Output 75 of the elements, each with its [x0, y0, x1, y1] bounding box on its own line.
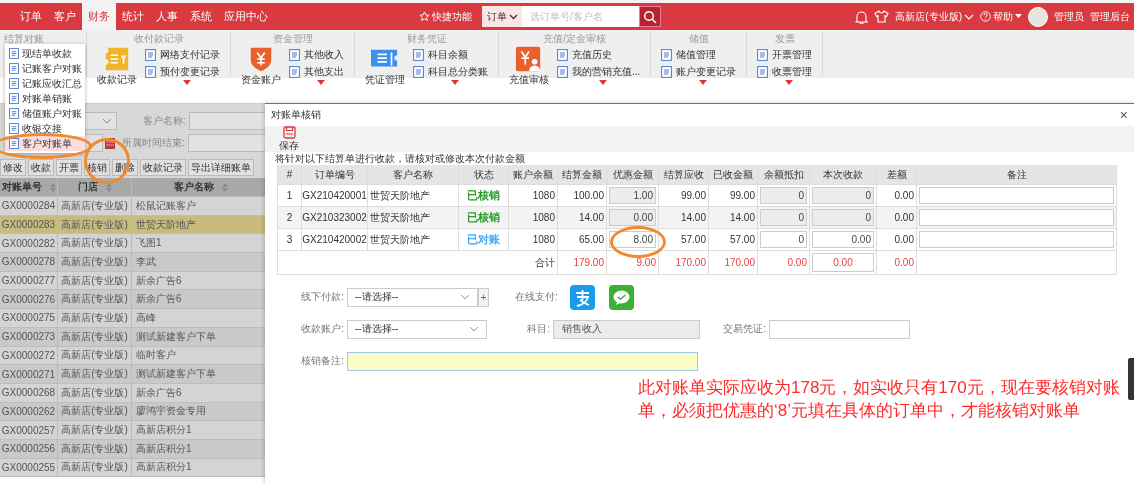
- field-label: 在线支付:: [514, 290, 559, 304]
- table-cell: 14.00: [558, 207, 607, 229]
- instruction-text: 将针对以下结算单进行收款，请核对或修改本次付款金额: [274, 152, 526, 165]
- column-header: 结算金额: [558, 165, 607, 185]
- table-cell: 高新店(专业版): [58, 253, 132, 272]
- table-cell: GX0000275: [0, 309, 58, 328]
- table-cell: 14.00: [709, 207, 758, 229]
- field-label: 收款账户:: [300, 322, 345, 336]
- table-cell: 1080: [509, 207, 558, 229]
- total-label: 合计: [278, 251, 558, 275]
- table-cell: 高新店(专业版): [58, 365, 132, 384]
- table-cell: GX0000255: [0, 458, 58, 478]
- column-header: #: [278, 165, 302, 185]
- table-cell: GX0000273: [0, 327, 58, 347]
- group-title: 发票: [774, 33, 795, 44]
- column-header: 差额: [877, 165, 917, 185]
- column-header: 订单编号: [302, 165, 368, 185]
- table-cell: GX210420002: [302, 229, 368, 251]
- table-cell: 2: [278, 207, 302, 229]
- column-header: 客户名称: [368, 165, 459, 185]
- table-cell: 高新店(专业版): [58, 197, 132, 216]
- table-cell: 14.00: [659, 207, 709, 229]
- table-cell: 世贸天阶地产: [368, 229, 459, 251]
- group-title: 资金管理: [272, 33, 313, 44]
- table-cell: GX0000278: [0, 253, 58, 272]
- column-header: 状态: [459, 165, 509, 185]
- table-cell: 高新店(专业版): [58, 439, 132, 459]
- dialog-title: 对账单核销: [271, 108, 321, 122]
- column-header: 账户余额: [509, 165, 558, 185]
- table-cell: 高新店(专业版): [58, 458, 132, 478]
- field-label: 交易凭证:: [722, 322, 767, 336]
- table-cell: 高新店(专业版): [58, 309, 132, 328]
- column-header: 本次收款: [810, 165, 877, 185]
- field-label: 所属时间结束:: [122, 136, 185, 150]
- table-cell: 高新店(专业版): [58, 383, 132, 403]
- table-cell: GX0000256: [0, 439, 58, 459]
- group-title: 充值/定金审核: [543, 33, 607, 44]
- total-cell: 170.00: [659, 251, 709, 275]
- field-label: 客户名称:: [143, 114, 186, 128]
- total-cell: 0.00: [758, 251, 810, 275]
- table-cell: GX0000271: [0, 365, 58, 384]
- table-cell: 65.00: [558, 229, 607, 251]
- group-title: 收付款记录: [133, 33, 184, 44]
- column-header: 余额抵扣: [758, 165, 810, 185]
- total-cell: 9.00: [607, 251, 659, 275]
- column-header: 结算应收: [659, 165, 709, 185]
- table-cell: 3: [278, 229, 302, 251]
- table-cell: 高新店(专业版): [58, 421, 132, 440]
- group-title: 财务凭证: [406, 33, 447, 44]
- table-cell: 世贸天阶地产: [368, 207, 459, 229]
- table-cell: GX0000268: [0, 383, 58, 403]
- table-cell: 0.00: [877, 207, 917, 229]
- group-title: 结算对账: [4, 33, 44, 44]
- group-title: 储值: [688, 33, 709, 44]
- total-cell: 170.00: [709, 251, 758, 275]
- status-text: 已核销: [467, 210, 500, 225]
- field-label: 线下付款:: [300, 290, 345, 304]
- field-label: 科目:: [526, 322, 551, 336]
- table-cell: 高新店(专业版): [58, 327, 132, 347]
- column-header: 已收金额: [709, 165, 758, 185]
- total-cell: 179.00: [558, 251, 607, 275]
- table-cell: 0.00: [877, 229, 917, 251]
- column-header: 备注: [917, 165, 1117, 185]
- status-text: 已核销: [467, 188, 500, 203]
- status-text: 已对账: [467, 232, 500, 247]
- annotation-text: 此对账单实际应收为178元，如实收只有170元，现在要核销对账单，必须把优惠的‘8’元填在具体的订单中，才能核销对账单: [638, 377, 1121, 422]
- field-label: 核销备注:: [300, 354, 345, 368]
- table-cell: GX0000284: [0, 197, 58, 216]
- table-cell: 1080: [509, 229, 558, 251]
- total-cell: 0.00: [877, 251, 917, 275]
- table-cell: GX210323002: [302, 207, 368, 229]
- table-cell: 57.00: [659, 229, 709, 251]
- table-cell: 57.00: [709, 229, 758, 251]
- table-cell: GX0000257: [0, 421, 58, 440]
- column-header: 优惠金额: [607, 165, 659, 185]
